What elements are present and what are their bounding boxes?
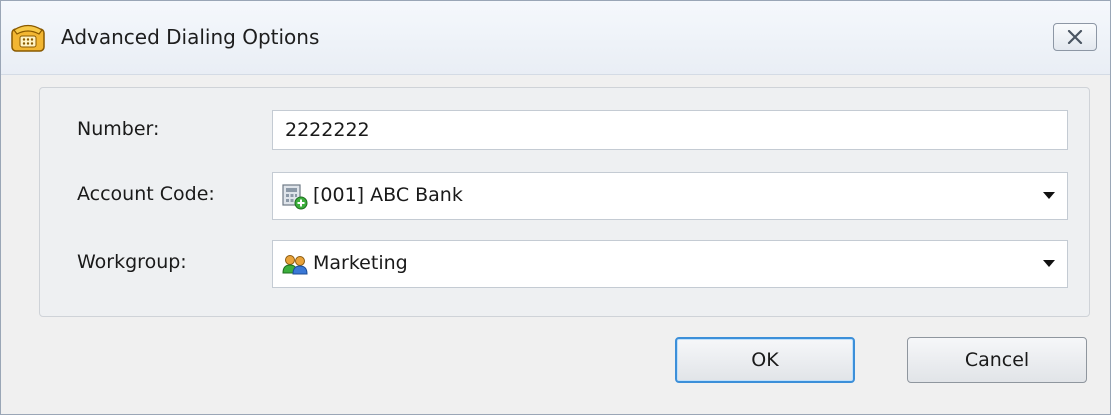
workgroup-value: Marketing <box>313 252 408 274</box>
title-bar[interactable]: Advanced Dialing Options <box>1 1 1110 75</box>
workgroup-icon <box>282 252 308 278</box>
options-panel: Number: 2222222 Account Code: [001] ABC … <box>39 87 1090 317</box>
ok-button[interactable]: OK <box>675 337 855 383</box>
chevron-down-icon <box>1043 192 1055 199</box>
telephone-icon <box>11 23 45 53</box>
account-code-icon <box>282 184 308 210</box>
account-code-value: [001] ABC Bank <box>313 184 463 206</box>
close-button[interactable] <box>1053 23 1097 51</box>
number-input[interactable]: 2222222 <box>272 110 1068 150</box>
cancel-button[interactable]: Cancel <box>907 337 1087 383</box>
workgroup-select[interactable]: Marketing <box>272 240 1068 288</box>
dialog-body: Number: 2222222 Account Code: [001] ABC … <box>1 75 1110 414</box>
window-title: Advanced Dialing Options <box>61 25 320 49</box>
workgroup-label: Workgroup: <box>77 251 187 273</box>
account-code-label: Account Code: <box>77 183 215 205</box>
number-label: Number: <box>77 118 160 140</box>
dialog-window: Advanced Dialing Options Number: 2222222… <box>0 0 1111 415</box>
account-code-select[interactable]: [001] ABC Bank <box>272 172 1068 220</box>
chevron-down-icon <box>1043 260 1055 267</box>
close-icon <box>1067 30 1083 44</box>
